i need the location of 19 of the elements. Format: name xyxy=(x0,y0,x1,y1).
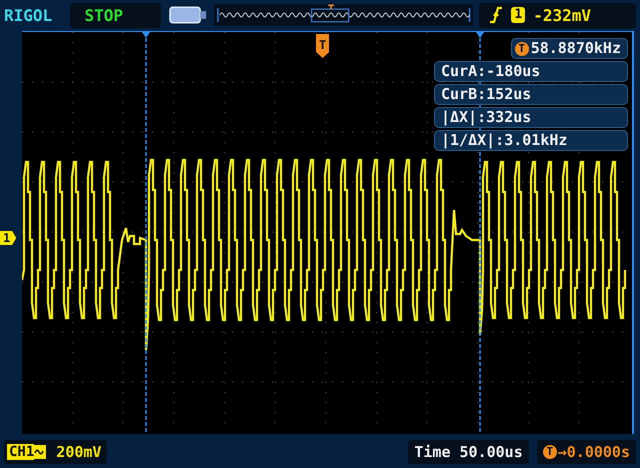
channel-marker: 1 xyxy=(0,231,16,245)
trigger-offset: T →0.0000s xyxy=(536,440,636,464)
timebase-readout: Time 50.00us xyxy=(408,440,529,464)
cursor-readout: CurB:152us xyxy=(434,84,628,105)
cursor-readout: |ΔX|:332us xyxy=(434,107,628,128)
channel-badge: 1 xyxy=(511,7,526,23)
trigger-level: -232mV xyxy=(533,6,592,24)
trigger-marker[interactable]: T xyxy=(316,34,330,58)
memory-icon xyxy=(168,5,208,25)
cursor-readout: |1/ΔX|:3.01kHz xyxy=(434,130,628,151)
frequency-readout: T 58.8870kHz xyxy=(510,38,628,59)
cursor-line[interactable] xyxy=(141,32,151,432)
brand-label: RIGOL xyxy=(4,6,54,24)
volts-per-div: 200mV xyxy=(56,442,102,460)
ac-coupling-icon xyxy=(34,444,46,458)
run-state: STOP xyxy=(70,2,161,28)
channel-label: CH1 xyxy=(7,444,34,460)
cursor-readout: CurA:-180us xyxy=(434,61,628,82)
rising-edge-icon xyxy=(489,6,504,24)
